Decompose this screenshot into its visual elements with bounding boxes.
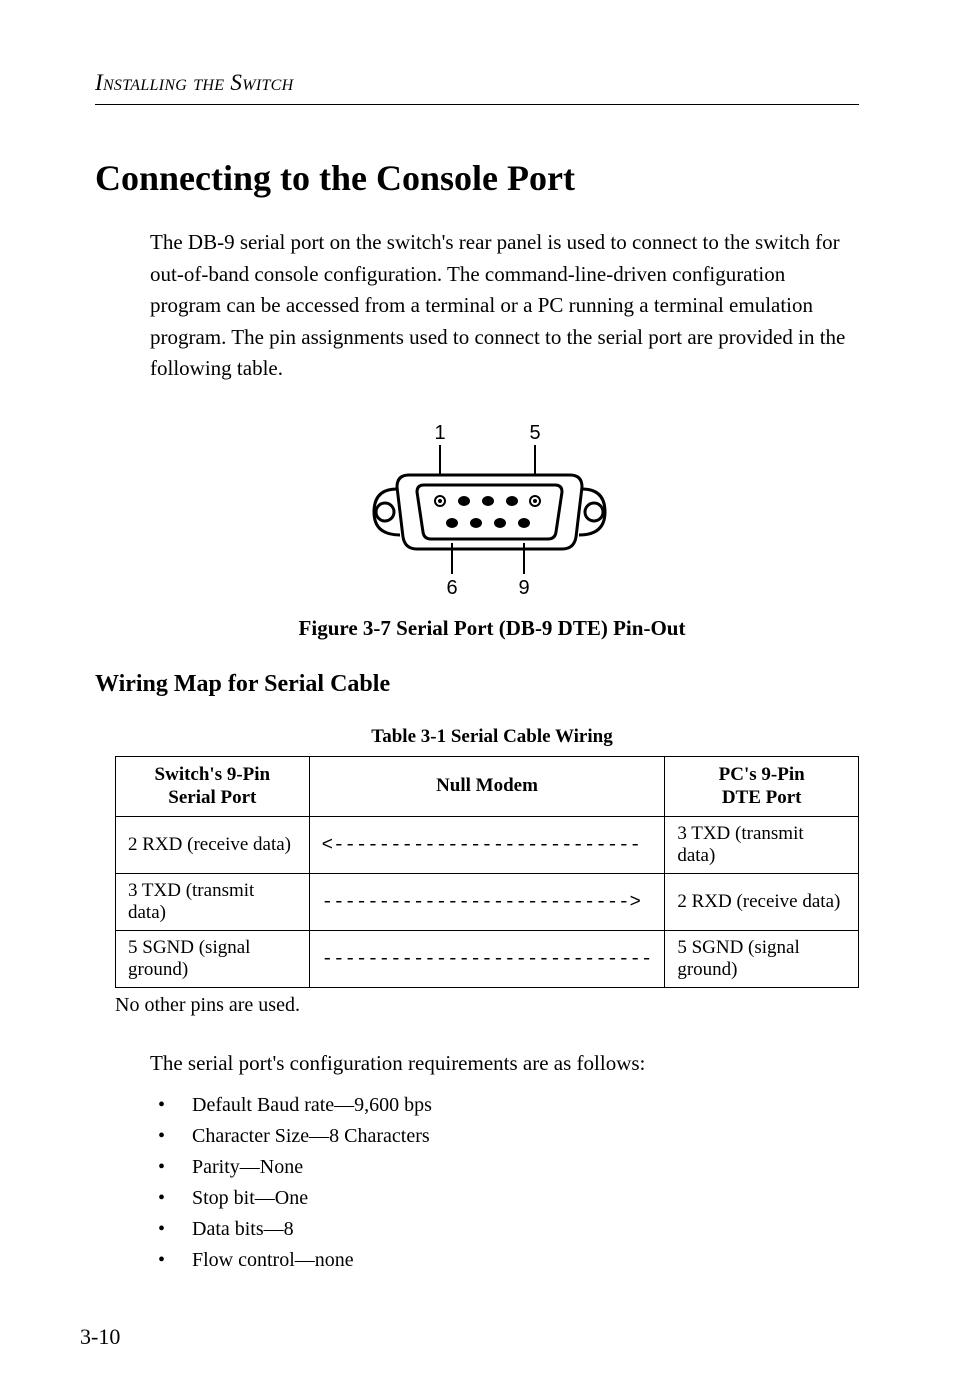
page-number: 3-10: [80, 1324, 120, 1350]
list-item: Stop bit—One: [150, 1183, 859, 1214]
svg-text:5: 5: [529, 422, 540, 444]
page-title: Connecting to the Console Port: [95, 157, 859, 199]
config-list: Default Baud rate—9,600 bps Character Si…: [150, 1090, 859, 1276]
table-caption: Table 3-1 Serial Cable Wiring: [110, 726, 874, 748]
list-item: Data bits—8: [150, 1214, 859, 1245]
svg-text:1: 1: [434, 422, 445, 444]
config-intro: The serial port's configuration requirem…: [150, 1051, 859, 1076]
col-header-nullmodem: Null Modem: [309, 756, 665, 817]
col-header-pc: PC's 9-PinDTE Port: [665, 756, 859, 817]
cell-arrow: -----------------------------: [309, 931, 665, 988]
cell: 5 SGND (signal ground): [116, 931, 310, 988]
running-header: Installing the Switch: [95, 70, 859, 96]
cell: 5 SGND (signal ground): [665, 931, 859, 988]
list-item: Parity—None: [150, 1152, 859, 1183]
table-row: 5 SGND (signal ground) -----------------…: [116, 931, 859, 988]
list-item: Flow control—none: [150, 1245, 859, 1276]
cell: 2 RXD (receive data): [665, 874, 859, 931]
table-row: 2 RXD (receive data) <------------------…: [116, 817, 859, 874]
db9-connector-icon: 1 5 6 9: [367, 419, 617, 599]
table-note: No other pins are used.: [115, 994, 859, 1017]
header-rule: [95, 104, 859, 105]
figure-db9: 1 5 6 9: [110, 419, 874, 604]
svg-text:6: 6: [446, 577, 457, 599]
table-row: 3 TXD (transmit data) ------------------…: [116, 874, 859, 931]
cell-arrow: --------------------------->: [309, 874, 665, 931]
cell: 2 RXD (receive data): [116, 817, 310, 874]
section-heading-wiring: Wiring Map for Serial Cable: [95, 671, 859, 698]
col-header-switch: Switch's 9-PinSerial Port: [116, 756, 310, 817]
cell: 3 TXD (transmit data): [665, 817, 859, 874]
list-item: Character Size—8 Characters: [150, 1121, 859, 1152]
figure-caption: Figure 3-7 Serial Port (DB-9 DTE) Pin-Ou…: [110, 616, 874, 641]
cell-arrow: <---------------------------: [309, 817, 665, 874]
intro-paragraph: The DB-9 serial port on the switch's rea…: [150, 227, 859, 385]
svg-text:9: 9: [518, 577, 529, 599]
serial-cable-wiring-table: Switch's 9-PinSerial Port Null Modem PC'…: [115, 756, 859, 989]
cell: 3 TXD (transmit data): [116, 874, 310, 931]
list-item: Default Baud rate—9,600 bps: [150, 1090, 859, 1121]
